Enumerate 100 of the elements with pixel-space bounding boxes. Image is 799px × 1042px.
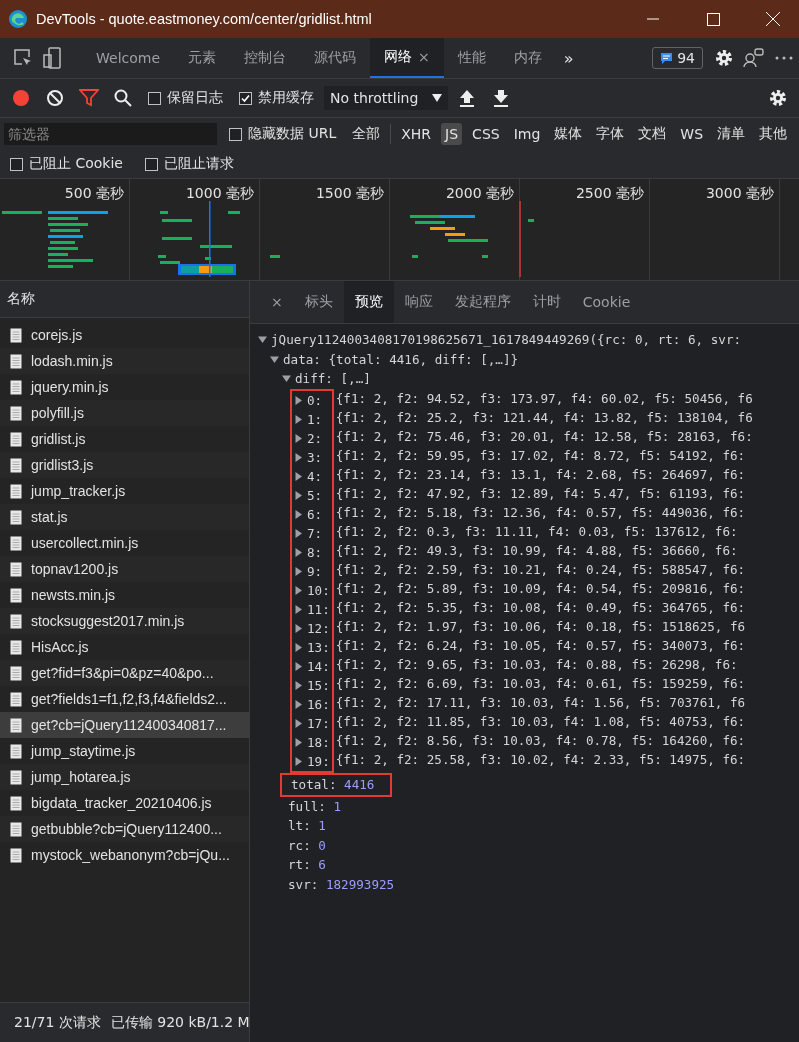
throttling-dropdown[interactable]: No throttling	[324, 86, 449, 110]
expand-arrow-icon[interactable]	[294, 604, 303, 614]
panel-tab[interactable]: 内存	[499, 38, 556, 78]
detail-tab[interactable]: 发起程序	[443, 281, 522, 323]
expand-arrow-icon[interactable]	[294, 452, 303, 462]
request-row[interactable]: get?cb=jQuery112400340817...	[0, 712, 249, 738]
expand-arrow-icon[interactable]	[294, 471, 303, 481]
request-row[interactable]: jump_hotarea.js	[0, 764, 249, 790]
array-index: 14:	[307, 658, 330, 674]
type-filter-button[interactable]: WS	[676, 123, 708, 145]
request-row[interactable]: polyfill.js	[0, 400, 249, 426]
expand-arrow-icon[interactable]	[294, 718, 303, 728]
file-icon	[10, 847, 22, 863]
file-icon	[10, 561, 22, 577]
type-filter-button[interactable]: 全部	[348, 122, 385, 146]
request-row[interactable]: gridlist3.js	[0, 452, 249, 478]
collapse-arrow-icon[interactable]	[282, 374, 291, 384]
panel-tab[interactable]: 源代码	[300, 38, 371, 78]
close-button[interactable]	[766, 12, 780, 26]
more-tabs-button[interactable]: »	[555, 48, 582, 68]
request-row[interactable]: corejs.js	[0, 322, 249, 348]
checkbox[interactable]	[148, 91, 161, 105]
detail-tab[interactable]: 标头	[293, 281, 344, 323]
type-filter-button[interactable]: 清单	[713, 122, 750, 146]
collapse-arrow-icon[interactable]	[270, 354, 279, 364]
panel-tab[interactable]: 元素	[174, 38, 231, 78]
expand-arrow-icon[interactable]	[294, 566, 303, 576]
detail-tab[interactable]: 计时	[521, 281, 572, 323]
panel-tab[interactable]: 网络 ×	[370, 38, 444, 78]
expand-arrow-icon[interactable]	[294, 585, 303, 595]
expand-arrow-icon[interactable]	[294, 680, 303, 690]
checkbox[interactable]	[229, 127, 242, 141]
request-row[interactable]: stat.js	[0, 504, 249, 530]
request-row[interactable]: jump_tracker.js	[0, 478, 249, 504]
type-filter-button[interactable]: Img	[509, 123, 545, 145]
file-icon	[10, 821, 22, 837]
time-tick-label: 500 毫秒	[64, 185, 124, 201]
record-button[interactable]	[12, 89, 30, 107]
expand-arrow-icon[interactable]	[294, 547, 303, 557]
request-row[interactable]: topnav1200.js	[0, 556, 249, 582]
request-row[interactable]: HisAcc.js	[0, 634, 249, 660]
request-row[interactable]: stocksuggest2017.min.js	[0, 608, 249, 634]
detail-tab[interactable]: 预览	[343, 281, 394, 323]
type-filter-button[interactable]: 媒体	[550, 122, 587, 146]
expand-arrow-icon[interactable]	[294, 509, 303, 519]
expand-arrow-icon[interactable]	[294, 661, 303, 671]
request-row[interactable]: gridlist.js	[0, 426, 249, 452]
expand-arrow-icon[interactable]	[294, 623, 303, 633]
json-value: {f1: 2, f2: 9.65, f3: 10.03, f4: 0.88, f5: 26298, f6:	[335, 656, 738, 672]
request-row[interactable]: getbubble?cb=jQuery112400...	[0, 816, 249, 842]
request-row[interactable]: bigdata_tracker_20210406.js	[0, 790, 249, 816]
file-icon	[10, 717, 22, 733]
panel-tab[interactable]: 性能	[443, 38, 500, 78]
request-row[interactable]: newsts.min.js	[0, 582, 249, 608]
column-header[interactable]: 名称	[7, 290, 35, 308]
type-filter-button[interactable]: 其他	[755, 122, 792, 146]
file-icon	[10, 457, 22, 473]
maximize-button[interactable]	[706, 12, 720, 26]
panel-tab[interactable]: 控制台	[230, 38, 301, 78]
close-button[interactable]: ×	[260, 281, 294, 323]
json-line: svr: 182993925	[288, 876, 395, 892]
array-index: 19:	[307, 753, 330, 769]
array-index: 5:	[307, 487, 323, 503]
type-filter-button[interactable]: 文档	[634, 122, 671, 146]
collapse-arrow-icon[interactable]	[258, 335, 267, 345]
request-row[interactable]: mystock_webanonym?cb=jQu...	[0, 842, 249, 868]
checkbox-label: 禁用缓存	[258, 89, 314, 107]
expand-arrow-icon[interactable]	[294, 395, 303, 405]
expand-arrow-icon[interactable]	[294, 433, 303, 443]
type-filter-button[interactable]: 字体	[592, 122, 629, 146]
type-filter-button[interactable]: CSS	[468, 123, 504, 145]
request-row[interactable]: lodash.min.js	[0, 348, 249, 374]
array-index: 9:	[307, 563, 323, 579]
issues-badge[interactable]: 94	[652, 47, 703, 69]
expand-arrow-icon[interactable]	[294, 528, 303, 538]
request-row[interactable]: jquery.min.js	[0, 374, 249, 400]
request-row[interactable]: get?fid=f3&pi=0&pz=40&po...	[0, 660, 249, 686]
checkbox[interactable]	[144, 157, 158, 171]
expand-arrow-icon[interactable]	[294, 756, 303, 766]
expand-arrow-icon[interactable]	[294, 490, 303, 500]
detail-tab[interactable]: Cookie	[571, 281, 642, 323]
file-icon	[10, 353, 22, 369]
request-row[interactable]: usercollect.min.js	[0, 530, 249, 556]
checkbox[interactable]	[10, 157, 23, 171]
detail-tab[interactable]: 响应	[393, 281, 444, 323]
expand-arrow-icon[interactable]	[294, 737, 303, 747]
expand-arrow-icon[interactable]	[294, 414, 303, 424]
checkbox-label: 保留日志	[167, 89, 223, 107]
time-tick-label: 1500 毫秒	[315, 185, 384, 201]
expand-arrow-icon[interactable]	[294, 699, 303, 709]
type-filter-button[interactable]: XHR	[397, 123, 436, 145]
request-row[interactable]: jump_staytime.js	[0, 738, 249, 764]
type-filter-button[interactable]: JS	[441, 123, 463, 145]
expand-arrow-icon[interactable]	[294, 642, 303, 652]
time-tick-label: 1000 毫秒	[185, 185, 254, 201]
close-tab-button[interactable]: ×	[418, 49, 430, 65]
filter-field[interactable]: 筛选器	[4, 123, 217, 145]
request-row[interactable]: get?fields1=f1,f2,f3,f4&fields2...	[0, 686, 249, 712]
checkbox[interactable]	[239, 91, 252, 105]
panel-tab[interactable]: Welcome	[82, 38, 175, 78]
